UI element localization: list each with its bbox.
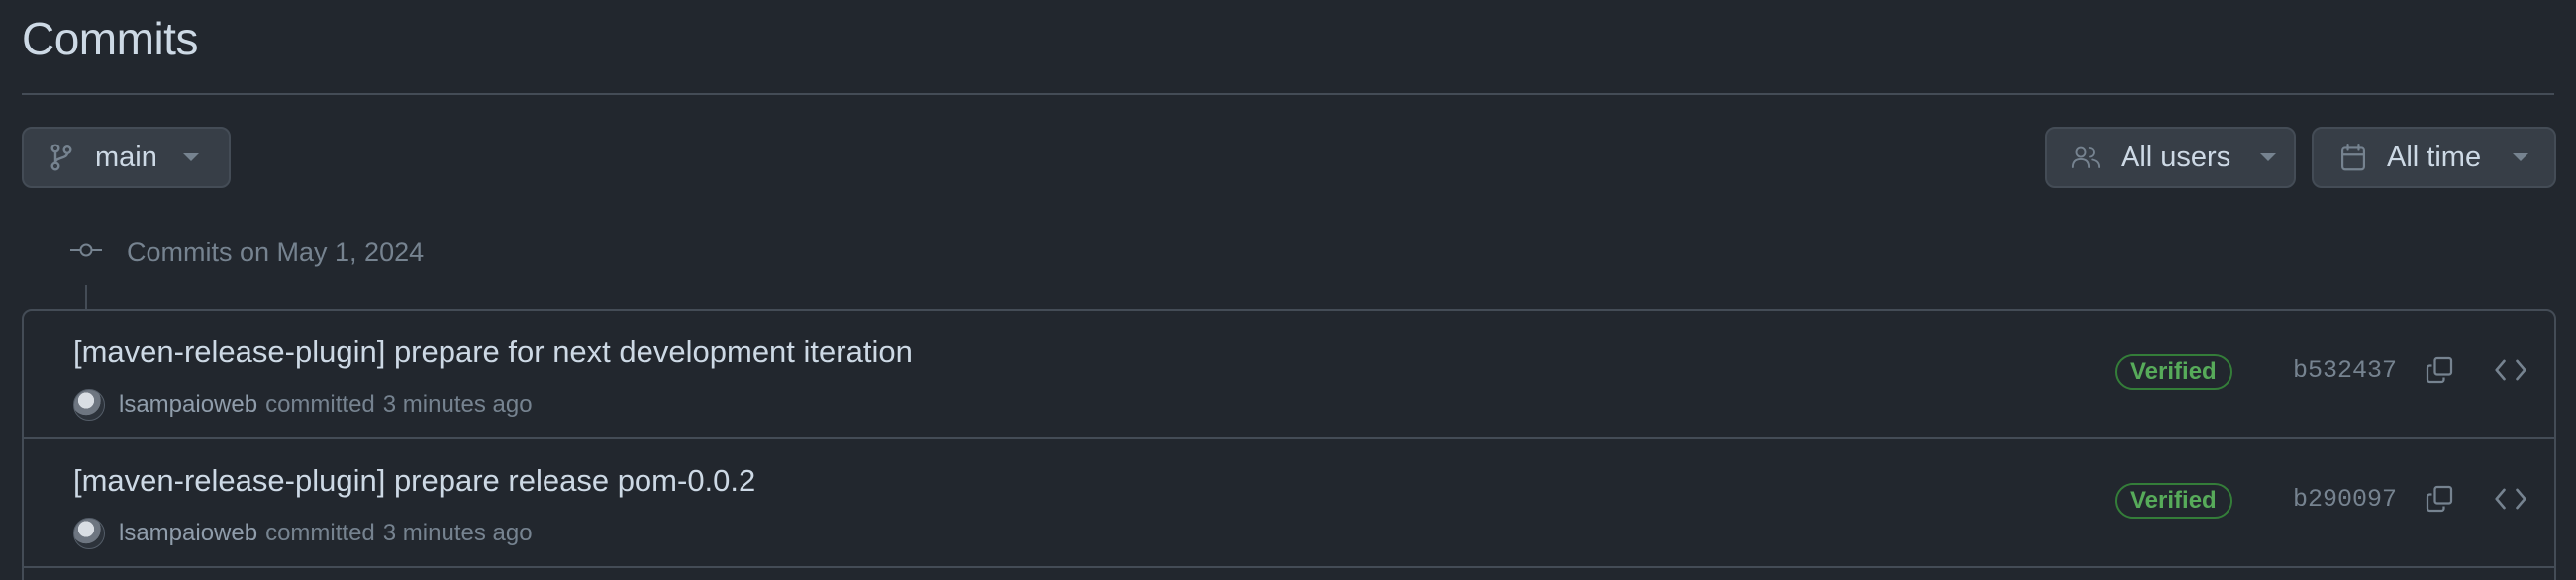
git-commit-icon bbox=[69, 241, 103, 265]
users-filter-button[interactable]: All users bbox=[2045, 127, 2296, 188]
commit-group-header: Commits on May 1, 2024 bbox=[69, 232, 424, 273]
copy-sha-button[interactable] bbox=[2422, 483, 2457, 519]
chevron-down-icon bbox=[182, 153, 199, 161]
branch-selector-button[interactable]: main bbox=[22, 127, 231, 188]
verified-badge[interactable]: Verified bbox=[2115, 483, 2232, 519]
commit-message-link[interactable]: [maven-release-plugin] prepare release p… bbox=[73, 463, 755, 499]
commits-page: Commits main All users All time Commits … bbox=[0, 0, 2576, 580]
code-icon bbox=[2494, 486, 2527, 517]
commit-action: committed bbox=[265, 391, 375, 418]
browse-repo-button[interactable] bbox=[2491, 354, 2530, 390]
avatar[interactable] bbox=[73, 518, 105, 549]
page-title: Commits bbox=[22, 13, 198, 64]
branch-label: main bbox=[95, 141, 157, 173]
commit-author-link[interactable]: lsampaioweb bbox=[119, 520, 257, 547]
commit-author-link[interactable]: lsampaioweb bbox=[119, 391, 257, 419]
users-filter-label: All users bbox=[2121, 141, 2231, 173]
timeline-connector bbox=[85, 285, 87, 311]
title-divider bbox=[22, 93, 2554, 95]
commit-sha-link[interactable]: b532437 bbox=[2293, 356, 2397, 385]
commit-meta: lsampaioweb committed 3 minutes ago bbox=[73, 517, 533, 550]
commit-time: 3 minutes ago bbox=[382, 520, 533, 546]
commit-group-date: Commits on May 1, 2024 bbox=[127, 237, 425, 267]
commit-row: [maven-release-plugin] prepare release p… bbox=[24, 439, 2554, 568]
people-icon bbox=[2071, 145, 2101, 170]
commit-meta: lsampaioweb committed 3 minutes ago bbox=[73, 388, 533, 422]
commit-list: [maven-release-plugin] prepare for next … bbox=[22, 309, 2556, 580]
verified-badge[interactable]: Verified bbox=[2115, 354, 2232, 390]
time-filter-button[interactable]: All time bbox=[2312, 127, 2556, 188]
chevron-down-icon bbox=[2260, 153, 2277, 161]
commit-message-link[interactable]: [maven-release-plugin] prepare for next … bbox=[73, 335, 913, 370]
calendar-icon bbox=[2339, 143, 2367, 172]
copy-icon bbox=[2425, 355, 2454, 390]
copy-sha-button[interactable] bbox=[2422, 354, 2457, 390]
commit-row: [maven-release-plugin] prepare for next … bbox=[24, 311, 2554, 439]
avatar[interactable] bbox=[73, 389, 105, 421]
git-branch-icon bbox=[50, 143, 73, 172]
chevron-down-icon bbox=[2513, 153, 2529, 161]
commit-time: 3 minutes ago bbox=[382, 391, 533, 418]
browse-repo-button[interactable] bbox=[2491, 483, 2530, 519]
code-icon bbox=[2494, 357, 2527, 388]
copy-icon bbox=[2425, 484, 2454, 519]
commit-sha-link[interactable]: b290097 bbox=[2293, 485, 2397, 514]
commit-action: committed bbox=[265, 520, 375, 546]
time-filter-label: All time bbox=[2387, 141, 2482, 173]
